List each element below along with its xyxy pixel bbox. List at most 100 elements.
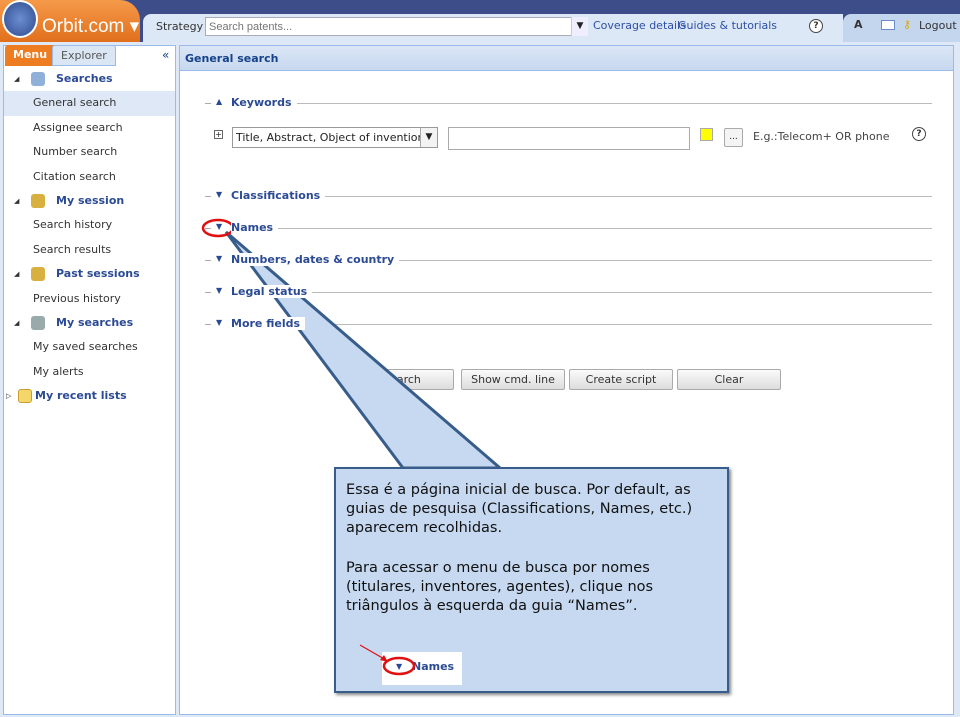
sidebar-item-label: Searches bbox=[56, 72, 113, 85]
sidebar-item-citation-search[interactable]: Citation search bbox=[4, 165, 175, 189]
triangle-down-icon[interactable]: ▼ bbox=[216, 254, 222, 263]
expand-plus-icon[interactable]: + bbox=[214, 130, 223, 139]
divider bbox=[231, 292, 932, 293]
divider bbox=[231, 196, 932, 197]
example-hint: E.g.:Telecom+ OR phone bbox=[753, 130, 890, 143]
sidebar-item-my-recent-lists[interactable]: ▷ My recent lists bbox=[4, 384, 175, 408]
logo-text: Orbit.com bbox=[42, 16, 125, 37]
logout-link[interactable]: Logout bbox=[919, 19, 957, 32]
sidebar-item-label: My saved searches bbox=[33, 340, 138, 354]
sidebar-item-label: Search results bbox=[33, 242, 112, 256]
divider bbox=[205, 228, 211, 229]
sidebar-item-my-saved-searches[interactable]: My saved searches bbox=[4, 335, 175, 359]
sidebar-item-label: General search bbox=[33, 96, 117, 110]
section-keywords[interactable]: ▲ Keywords bbox=[205, 96, 932, 111]
tab-explorer[interactable]: Explorer bbox=[52, 45, 116, 66]
collapse-triangle-icon[interactable]: ◢ bbox=[14, 189, 19, 213]
sidebar-item-past-sessions[interactable]: ◢ Past sessions bbox=[4, 262, 175, 286]
section-icon bbox=[31, 315, 45, 330]
callout-text-1: Essa é a página inicial de busca. Por de… bbox=[346, 482, 693, 536]
section-label[interactable]: Legal status bbox=[231, 285, 313, 298]
font-size-icon[interactable]: A bbox=[854, 18, 863, 31]
names-example-label: Names bbox=[412, 660, 455, 673]
sidebar-item-label: Past sessions bbox=[56, 267, 140, 281]
help-icon[interactable]: ? bbox=[912, 127, 926, 141]
strategy-label: Strategy : bbox=[156, 20, 211, 33]
divider bbox=[205, 260, 211, 261]
more-options-button[interactable]: ... bbox=[724, 128, 743, 147]
collapse-triangle-icon[interactable]: ◢ bbox=[14, 67, 19, 91]
sidebar-item-my-session[interactable]: ◢ My session bbox=[4, 189, 175, 213]
keyword-input[interactable] bbox=[448, 127, 690, 150]
mail-icon[interactable] bbox=[881, 20, 895, 30]
sidebar-item-previous-history[interactable]: Previous history bbox=[4, 287, 175, 311]
logo-globe-icon bbox=[2, 0, 38, 38]
section-icon bbox=[31, 267, 45, 282]
section-icon bbox=[31, 72, 45, 86]
triangle-up-icon[interactable]: ▲ bbox=[216, 97, 222, 106]
triangle-down-icon[interactable]: ▼ bbox=[216, 286, 222, 295]
triangle-down-icon[interactable]: ▼ bbox=[216, 318, 222, 327]
sidebar-item-search-results[interactable]: Search results bbox=[4, 238, 175, 262]
collapse-triangle-icon[interactable]: ◢ bbox=[14, 262, 19, 286]
section-label[interactable]: Numbers, dates & country bbox=[231, 253, 400, 266]
field-select-value: Title, Abstract, Object of invention, A bbox=[236, 131, 438, 144]
sidebar-item-label: Number search bbox=[33, 145, 118, 159]
divider bbox=[205, 324, 211, 325]
names-example-image: ▼ Names bbox=[382, 652, 462, 685]
divider bbox=[231, 228, 932, 229]
panel-title: General search bbox=[180, 46, 953, 71]
show-cmd-line-button[interactable]: Show cmd. line bbox=[461, 369, 565, 390]
collapse-triangle-icon[interactable]: ◢ bbox=[14, 311, 19, 335]
sidebar-item-label: My recent lists bbox=[35, 389, 127, 403]
sidebar-menu: ◢ Searches General search Assignee search Nu… bbox=[4, 67, 175, 408]
sidebar-item-searches[interactable]: ◢ Searches bbox=[4, 67, 175, 91]
folder-icon bbox=[18, 389, 32, 404]
section-numbers-dates-country[interactable]: ▼ Numbers, dates & country bbox=[205, 253, 932, 268]
section-label[interactable]: Keywords bbox=[231, 96, 297, 109]
guides-tutorials-link[interactable]: Guides & tutorials bbox=[678, 19, 777, 32]
section-classifications[interactable]: ▼ Classifications bbox=[205, 189, 932, 204]
section-legal-status[interactable]: ▼ Legal status bbox=[205, 285, 932, 300]
triangle-down-icon: ▼ bbox=[396, 662, 403, 671]
clear-button[interactable]: Clear bbox=[677, 369, 781, 390]
orbit-logo[interactable]: Orbit.com ▾ bbox=[0, 0, 140, 42]
divider bbox=[231, 103, 932, 104]
sidebar-item-my-alerts[interactable]: My alerts bbox=[4, 360, 175, 384]
divider bbox=[205, 103, 211, 104]
help-icon[interactable]: ? bbox=[809, 19, 823, 33]
divider bbox=[205, 196, 211, 197]
triangle-down-icon[interactable]: ▼ bbox=[216, 190, 222, 199]
key-icon: ⚷ bbox=[903, 18, 912, 31]
collapse-sidebar-button[interactable]: « bbox=[162, 48, 169, 62]
strategy-search-input[interactable] bbox=[205, 17, 588, 36]
create-script-button[interactable]: Create script bbox=[569, 369, 673, 390]
tab-menu[interactable]: Menu bbox=[5, 45, 56, 66]
section-label[interactable]: More fields bbox=[231, 317, 306, 330]
section-label[interactable]: Names bbox=[231, 221, 279, 234]
sidebar-item-assignee-search[interactable]: Assignee search bbox=[4, 116, 175, 140]
callout-text-2: Para acessar o menu de busca por nomes (… bbox=[346, 560, 654, 614]
sidebar-item-label: Citation search bbox=[33, 169, 116, 183]
chevron-down-icon[interactable]: ▼ bbox=[571, 17, 588, 36]
sidebar-item-general-search[interactable]: General search bbox=[4, 91, 175, 116]
section-more-fields[interactable]: ▼ More fields bbox=[205, 317, 932, 332]
sidebar-item-label: Previous history bbox=[33, 291, 121, 305]
section-names[interactable]: ▼ Names bbox=[205, 221, 932, 236]
coverage-details-link[interactable]: Coverage details bbox=[593, 19, 686, 32]
section-label[interactable]: Classifications bbox=[231, 189, 326, 202]
field-select[interactable]: Title, Abstract, Object of invention, A ▼ bbox=[232, 127, 438, 148]
divider bbox=[231, 324, 932, 325]
chevron-down-icon[interactable]: ▼ bbox=[420, 128, 437, 147]
highlight-color-swatch[interactable] bbox=[700, 128, 713, 141]
sidebar-item-search-history[interactable]: Search history bbox=[4, 213, 175, 237]
sidebar-item-number-search[interactable]: Number search bbox=[4, 140, 175, 164]
triangle-down-icon[interactable]: ▼ bbox=[216, 222, 222, 231]
sidebar-item-label: My session bbox=[56, 193, 125, 207]
sidebar-item-label: My searches bbox=[56, 315, 134, 329]
divider bbox=[205, 292, 211, 293]
sidebar-item-my-searches[interactable]: ◢ My searches bbox=[4, 311, 175, 335]
sidebar-item-label: My alerts bbox=[33, 364, 84, 378]
search-button[interactable]: Search bbox=[350, 369, 454, 390]
expand-triangle-icon[interactable]: ▷ bbox=[6, 384, 11, 408]
